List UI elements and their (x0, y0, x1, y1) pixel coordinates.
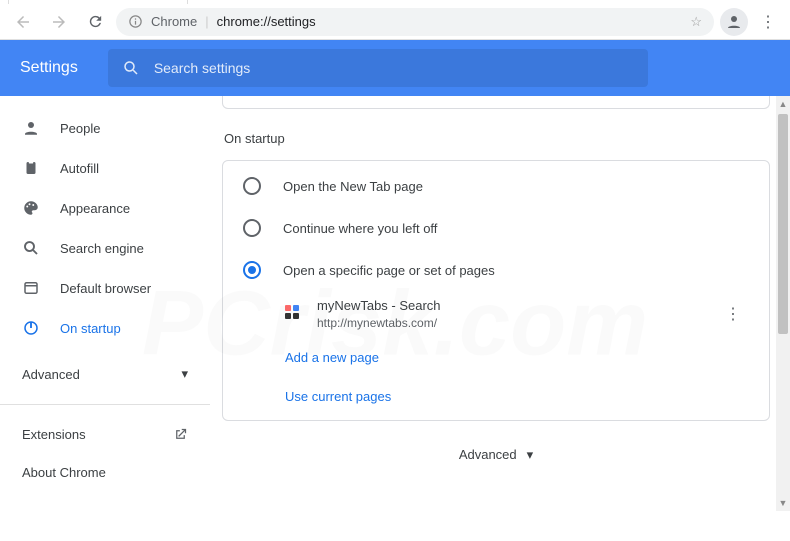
sidebar-extensions-label: Extensions (22, 427, 86, 442)
back-button[interactable] (8, 7, 38, 37)
sidebar-item-search-engine[interactable]: Search engine (0, 228, 210, 268)
option-label: Open a specific page or set of pages (283, 263, 495, 278)
address-bar[interactable]: Chrome | chrome://settings ☆ (116, 8, 714, 36)
clipboard-icon (22, 159, 40, 177)
sidebar-item-label: Search engine (60, 241, 144, 256)
sidebar-advanced-label: Advanced (22, 367, 80, 382)
page-more-icon[interactable]: ⋮ (725, 304, 749, 324)
sidebar-extensions[interactable]: Extensions (0, 415, 210, 453)
search-icon (22, 239, 40, 257)
option-label: Continue where you left off (283, 221, 437, 236)
profile-avatar[interactable] (720, 8, 748, 36)
sidebar-item-label: Default browser (60, 281, 151, 296)
radio-selected-icon (243, 261, 261, 279)
address-scheme: Chrome (151, 14, 197, 29)
address-separator: | (205, 14, 208, 29)
search-placeholder: Search settings (154, 60, 251, 76)
search-icon (122, 59, 140, 77)
search-settings[interactable]: Search settings (108, 49, 648, 87)
settings-header: Settings Search settings (0, 40, 790, 96)
radio-icon (243, 177, 261, 195)
person-icon (22, 119, 40, 137)
sidebar-item-label: On startup (60, 321, 121, 336)
browser-tab[interactable]: Settings × (8, 0, 188, 4)
power-icon (22, 319, 40, 337)
sidebar-item-label: Appearance (60, 201, 130, 216)
section-title: On startup (224, 131, 770, 146)
startup-option-continue[interactable]: Continue where you left off (223, 207, 769, 249)
page-url: http://mynewtabs.com/ (317, 315, 441, 332)
reload-button[interactable] (80, 7, 110, 37)
startup-page-row: myNewTabs - Search http://mynewtabs.com/… (285, 291, 769, 338)
advanced-label: Advanced (459, 447, 517, 462)
sidebar-advanced[interactable]: Advanced ▾ (0, 354, 210, 394)
scrollbar[interactable]: ▲ ▼ (776, 96, 790, 511)
page-name: myNewTabs - Search (317, 297, 441, 315)
palette-icon (22, 199, 40, 217)
previous-card-edge (222, 96, 770, 109)
tab-strip: Settings × + (0, 0, 790, 4)
radio-icon (243, 219, 261, 237)
bookmark-icon[interactable]: ☆ (690, 14, 702, 30)
page-title: Settings (20, 59, 78, 77)
sidebar-item-default-browser[interactable]: Default browser (0, 268, 210, 308)
separator (0, 404, 210, 405)
startup-option-specific[interactable]: Open a specific page or set of pages (223, 249, 769, 291)
favicon-icon (285, 305, 303, 323)
sidebar-item-on-startup[interactable]: On startup (0, 308, 210, 348)
forward-button[interactable] (44, 7, 74, 37)
chevron-down-icon: ▾ (527, 447, 534, 463)
toolbar: Chrome | chrome://settings ☆ ⋮ (0, 4, 790, 40)
sidebar-item-label: People (60, 121, 100, 136)
scroll-thumb[interactable] (778, 114, 788, 334)
browser-menu-icon[interactable]: ⋮ (754, 8, 782, 36)
external-link-icon (173, 427, 188, 442)
info-icon (128, 14, 143, 29)
sidebar-item-people[interactable]: People (0, 108, 210, 148)
chevron-down-icon: ▾ (181, 366, 188, 382)
advanced-toggle[interactable]: Advanced ▾ (222, 447, 770, 463)
sidebar-about-label: About Chrome (22, 465, 106, 480)
scroll-up-icon[interactable]: ▲ (776, 96, 790, 112)
sidebar-about[interactable]: About Chrome (0, 453, 210, 491)
use-current-pages-button[interactable]: Use current pages (285, 377, 769, 416)
main-panel: On startup Open the New Tab page Continu… (210, 96, 790, 511)
sidebar-item-autofill[interactable]: Autofill (0, 148, 210, 188)
add-page-button[interactable]: Add a new page (285, 338, 769, 377)
sidebar-item-appearance[interactable]: Appearance (0, 188, 210, 228)
new-tab-button[interactable]: + (196, 0, 224, 4)
startup-option-newtab[interactable]: Open the New Tab page (223, 165, 769, 207)
sidebar: People Autofill Appearance Search engine… (0, 96, 210, 511)
address-path: chrome://settings (217, 14, 316, 29)
sidebar-item-label: Autofill (60, 161, 99, 176)
scroll-down-icon[interactable]: ▼ (776, 495, 790, 511)
startup-card: Open the New Tab page Continue where you… (222, 160, 770, 421)
browser-icon (22, 279, 40, 297)
option-label: Open the New Tab page (283, 179, 423, 194)
